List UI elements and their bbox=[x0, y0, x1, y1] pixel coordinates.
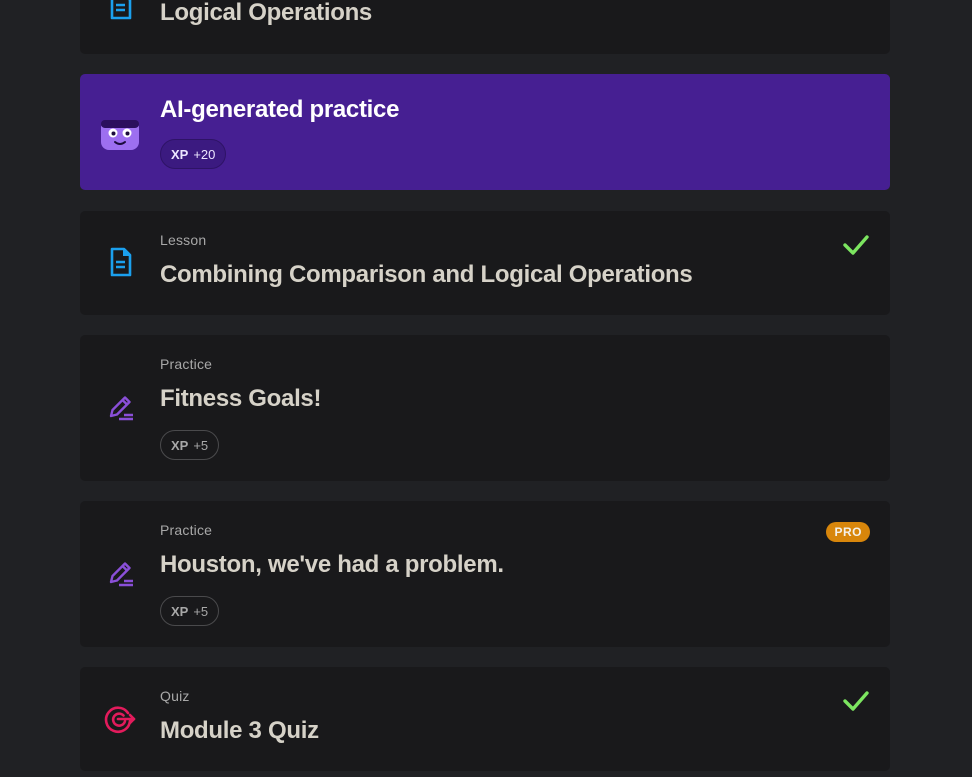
lesson-card-combining-comparison[interactable]: Lesson Combining Comparison and Logical … bbox=[80, 211, 890, 315]
card-type: Quiz bbox=[160, 688, 190, 704]
pro-badge: PRO bbox=[826, 522, 870, 542]
card-title: Fitness Goals! bbox=[160, 385, 322, 412]
xp-value: +5 bbox=[193, 437, 209, 453]
card-title: Logical Operations bbox=[160, 0, 372, 26]
xp-label: XP bbox=[171, 146, 189, 162]
xp-label: XP bbox=[171, 603, 189, 619]
target-icon bbox=[104, 703, 136, 735]
lesson-card-logical-operations[interactable]: Logical Operations bbox=[80, 0, 890, 54]
pencil-icon bbox=[104, 391, 136, 423]
ai-mascot-icon bbox=[100, 114, 140, 154]
card-title: AI-generated practice bbox=[160, 96, 400, 123]
checkmark-icon bbox=[842, 689, 870, 713]
practice-card-houston[interactable]: Practice Houston, we've had a problem. X… bbox=[80, 501, 890, 647]
card-type: Lesson bbox=[160, 232, 207, 248]
card-title: Combining Comparison and Logical Operati… bbox=[160, 261, 693, 288]
quiz-card-module-3[interactable]: Quiz Module 3 Quiz bbox=[80, 667, 890, 771]
card-type: Practice bbox=[160, 356, 213, 372]
xp-badge: XP +20 bbox=[160, 139, 227, 169]
xp-label: XP bbox=[171, 437, 189, 453]
checkmark-icon bbox=[842, 233, 870, 257]
practice-card-fitness-goals[interactable]: Practice Fitness Goals! XP +5 bbox=[80, 335, 890, 481]
xp-badge: XP +5 bbox=[160, 430, 220, 460]
card-title: Houston, we've had a problem. bbox=[160, 551, 504, 578]
document-icon bbox=[104, 246, 136, 278]
card-type: Practice bbox=[160, 522, 213, 538]
xp-value: +5 bbox=[193, 603, 209, 619]
pencil-icon bbox=[104, 557, 136, 589]
xp-value: +20 bbox=[193, 146, 216, 162]
card-title: Module 3 Quiz bbox=[160, 717, 319, 744]
ai-practice-card[interactable]: AI-generated practice XP +20 bbox=[80, 74, 890, 190]
xp-badge: XP +5 bbox=[160, 596, 220, 626]
document-icon bbox=[104, 0, 136, 22]
